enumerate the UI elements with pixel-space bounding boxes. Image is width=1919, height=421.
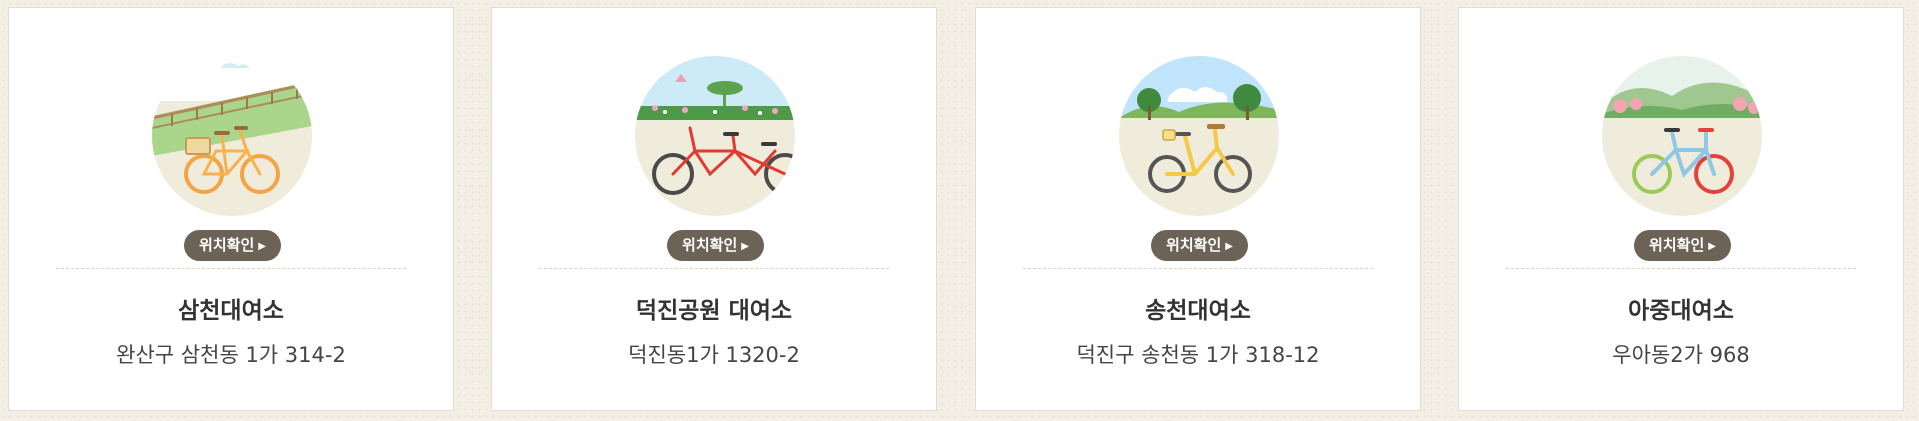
bicycle-illustration: [1119, 56, 1279, 216]
location-check-button[interactable]: 위치확인 ▶: [667, 230, 764, 261]
play-arrow-icon: ▶: [1708, 241, 1716, 252]
location-check-label: 위치확인: [199, 236, 255, 254]
play-arrow-icon: ▶: [741, 241, 749, 252]
location-check-label: 위치확인: [1649, 236, 1705, 254]
location-check-button[interactable]: 위치확인 ▶: [184, 230, 281, 261]
station-card-deokjin-park: 위치확인 ▶ 덕진공원 대여소 덕진동1가 1320-2: [491, 7, 937, 411]
station-card-songcheon: 위치확인 ▶ 송천대여소 덕진구 송천동 1가 318-12: [975, 7, 1421, 411]
location-check-label: 위치확인: [682, 236, 738, 254]
bicycle-illustration: [1602, 56, 1762, 216]
divider: [1023, 268, 1373, 269]
bicycle-illustration: [152, 56, 312, 216]
station-address: 우아동2가 968: [1612, 343, 1750, 367]
divider: [1506, 268, 1856, 269]
location-check-label: 위치확인: [1166, 236, 1222, 254]
station-address: 덕진구 송천동 1가 318-12: [1076, 343, 1320, 367]
divider: [56, 268, 406, 269]
location-check-button[interactable]: 위치확인 ▶: [1634, 230, 1731, 261]
play-arrow-icon: ▶: [1225, 241, 1233, 252]
station-address: 덕진동1가 1320-2: [628, 343, 800, 367]
bicycle-illustration: [635, 56, 795, 216]
divider: [539, 268, 889, 269]
station-card-samcheon: 위치확인 ▶ 삼천대여소 완산구 삼천동 1가 314-2: [8, 7, 454, 411]
station-name: 삼천대여소: [178, 298, 284, 324]
station-name: 덕진공원 대여소: [635, 298, 793, 324]
play-arrow-icon: ▶: [258, 241, 266, 252]
location-check-button[interactable]: 위치확인 ▶: [1151, 230, 1248, 261]
station-name: 송천대여소: [1145, 298, 1251, 324]
station-address: 완산구 삼천동 1가 314-2: [116, 343, 346, 367]
station-name: 아중대여소: [1628, 298, 1734, 324]
station-card-ajung: 위치확인 ▶ 아중대여소 우아동2가 968: [1458, 7, 1904, 411]
